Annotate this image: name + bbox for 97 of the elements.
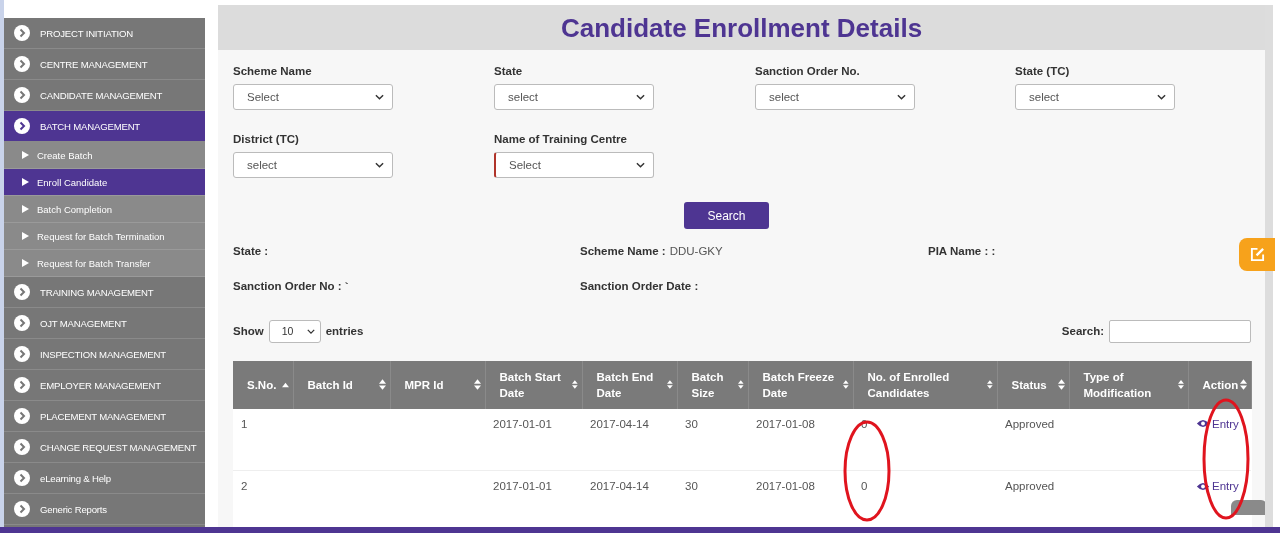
info-label: Sanction Order No : ` — [233, 279, 349, 292]
sort-icon — [1177, 378, 1184, 391]
caret-icon — [1157, 94, 1166, 100]
column-header[interactable]: Batch Start Date — [485, 360, 582, 409]
table-cell: 2017-04-14 — [590, 480, 649, 492]
chevron-circle-icon — [14, 315, 30, 331]
info-label: Scheme Name : — [580, 244, 666, 257]
table-cell: 1 — [241, 417, 248, 430]
sort-icon — [986, 378, 993, 391]
triangle-icon — [22, 259, 29, 267]
entry-link[interactable]: Entry — [1212, 480, 1239, 492]
triangle-icon — [22, 151, 29, 159]
column-header[interactable]: S.No. — [233, 360, 293, 409]
sort-icon — [571, 378, 578, 391]
sidebar-item[interactable]: BATCH MANAGEMENT — [4, 111, 205, 142]
table-cell: 2017-01-08 — [756, 480, 815, 492]
eye-icon — [1196, 419, 1210, 428]
table-cell: Approved — [1005, 480, 1055, 492]
table-cell: Approved — [1005, 417, 1055, 430]
caret-icon — [375, 162, 384, 168]
select-dropdown[interactable]: Select — [233, 84, 393, 110]
caret-icon — [636, 162, 645, 168]
table-cell: 2017-01-01 — [493, 480, 552, 492]
sort-icon — [1239, 378, 1247, 391]
eye-icon — [1196, 481, 1210, 491]
sidebar-subitem[interactable]: Request for Batch Transfer — [4, 250, 205, 277]
sort-icon — [281, 381, 289, 388]
table-cell: 2017-04-14 — [590, 417, 649, 430]
table-cell: 2017-01-08 — [756, 417, 815, 430]
show-label: Show — [233, 325, 264, 337]
chevron-circle-icon — [14, 284, 30, 300]
info-label: PIA Name : : — [928, 244, 996, 257]
sort-icon — [473, 378, 481, 391]
triangle-icon — [22, 178, 29, 186]
sort-icon — [666, 378, 673, 391]
sidebar-subitem[interactable]: Request for Batch Termination — [4, 223, 205, 250]
entry-link[interactable]: Entry — [1212, 417, 1239, 430]
select-dropdown[interactable]: Select — [494, 152, 654, 178]
info-value: DDU-GKY — [669, 244, 723, 257]
column-header[interactable]: Batch Id — [293, 360, 390, 409]
filter-label: State — [494, 65, 524, 77]
filter-label: Name of Training Centre — [494, 133, 628, 145]
caret-icon — [375, 94, 384, 100]
triangle-icon — [22, 205, 29, 213]
column-header[interactable]: MPR Id — [390, 360, 485, 409]
column-header[interactable]: Type of Modification — [1069, 360, 1188, 409]
chevron-circle-icon — [14, 346, 30, 362]
entries-label: entries — [325, 325, 364, 337]
chevron-circle-icon — [14, 439, 30, 455]
table-cell: 2017-01-01 — [493, 417, 552, 430]
chevron-circle-icon — [14, 56, 30, 72]
search-label: Search: — [1061, 325, 1104, 337]
caret-icon — [306, 328, 315, 334]
column-header[interactable]: Batch Freeze Date — [748, 360, 853, 409]
chevron-circle-icon — [14, 118, 30, 134]
edit-icon — [1249, 247, 1265, 262]
table-cell: 0 — [861, 480, 868, 492]
chevron-circle-icon — [14, 408, 30, 424]
caret-icon — [636, 94, 645, 100]
table-cell: 30 — [685, 480, 698, 492]
chevron-circle-icon — [14, 25, 30, 41]
triangle-icon — [22, 232, 29, 240]
column-header[interactable]: Action — [1188, 360, 1251, 409]
edit-button[interactable] — [1239, 238, 1275, 271]
chevron-circle-icon — [14, 87, 30, 103]
table-cell: 2 — [241, 480, 248, 492]
filter-label: Sanction Order No. — [755, 65, 861, 77]
select-dropdown[interactable]: select — [755, 84, 915, 110]
sort-icon — [842, 378, 849, 391]
caret-icon — [897, 94, 906, 100]
table-cell: 30 — [685, 417, 698, 430]
search-field[interactable] — [1109, 319, 1251, 343]
select-dropdown[interactable]: select — [233, 152, 393, 178]
select-dropdown[interactable]: select — [494, 84, 654, 110]
column-header[interactable]: Batch Size — [677, 360, 748, 409]
column-header[interactable]: No. of Enrolled Candidates — [853, 360, 997, 409]
info-label: Sanction Order Date : — [580, 279, 699, 292]
filter-label: District (TC) — [233, 133, 300, 145]
page-title: Candidate Enrollment Details — [218, 5, 1265, 50]
chevron-circle-icon — [14, 377, 30, 393]
select-dropdown[interactable]: select — [1015, 84, 1175, 110]
filter-label: Scheme Name — [233, 65, 313, 77]
info-label: State : — [233, 244, 269, 257]
search-button[interactable]: Search — [684, 202, 769, 229]
filter-label: State (TC) — [1015, 65, 1071, 77]
column-header[interactable]: Status — [997, 360, 1069, 409]
chevron-circle-icon — [14, 470, 30, 486]
sort-icon — [1057, 378, 1065, 391]
sidebar-subitem[interactable]: Enroll Candidate — [4, 169, 205, 196]
sidebar-subitem[interactable]: Create Batch — [4, 142, 205, 169]
chevron-circle-icon — [14, 501, 30, 517]
column-header[interactable]: Batch End Date — [582, 360, 677, 409]
page-size-select[interactable]: 10 — [268, 319, 321, 343]
sidebar-subitem[interactable]: Batch Completion — [4, 196, 205, 223]
scrollbar[interactable] — [1265, 5, 1273, 527]
sort-icon — [378, 378, 386, 391]
sort-icon — [737, 378, 744, 391]
